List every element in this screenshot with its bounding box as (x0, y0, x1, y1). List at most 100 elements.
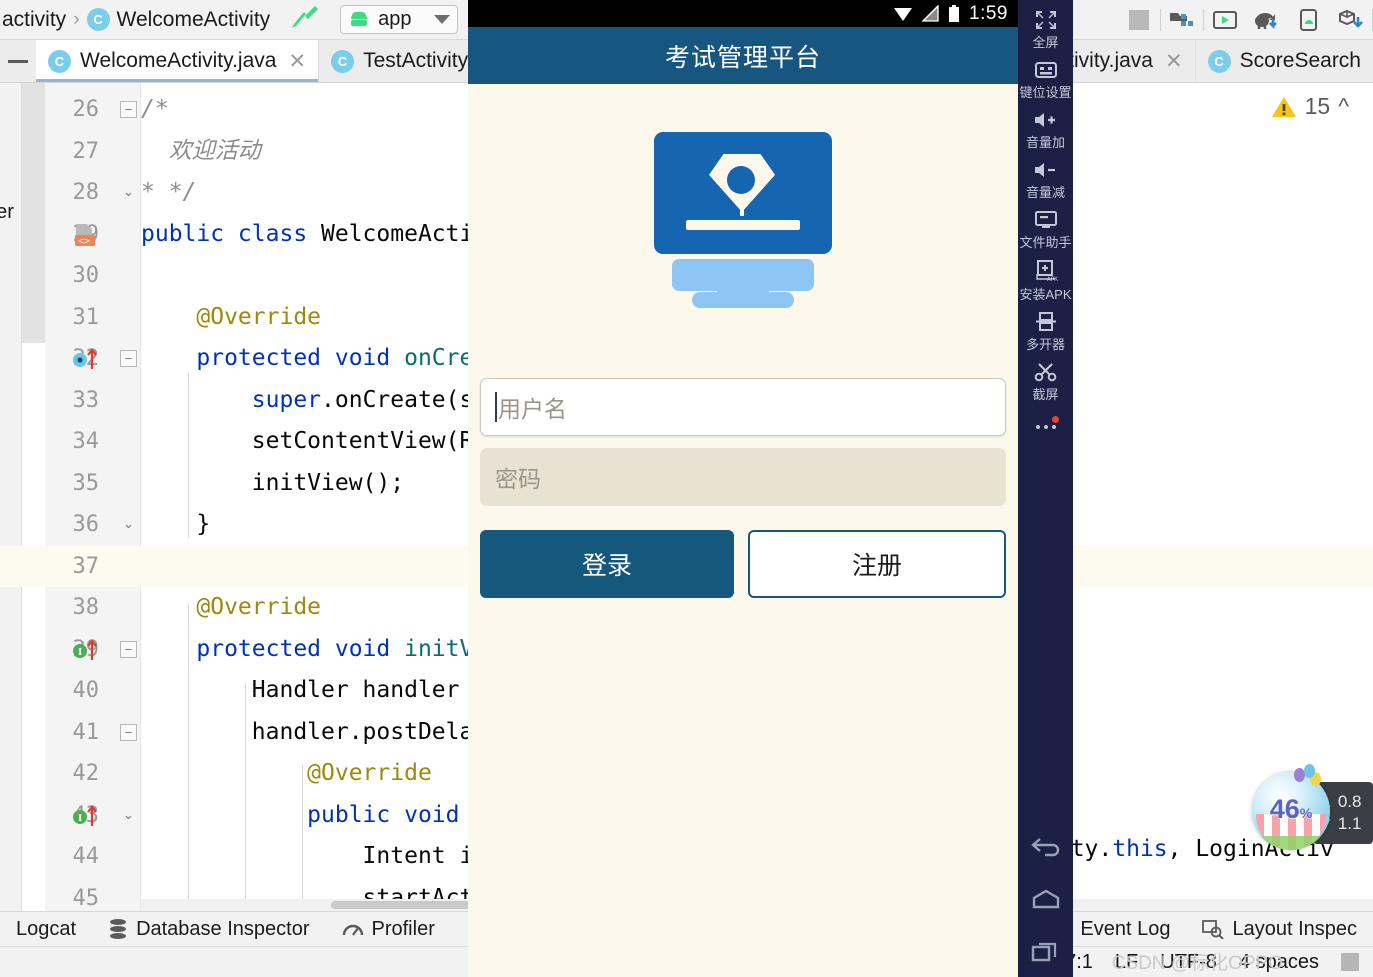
code-fold-toggle[interactable]: − (120, 723, 137, 741)
android-icon (351, 11, 368, 26)
device-manager-icon[interactable] (1288, 0, 1330, 40)
line-number: 45 (72, 885, 100, 911)
breadcrumb[interactable]: activity › C WelcomeActivity (0, 8, 270, 32)
tool-window-database-inspector[interactable]: Database Inspector (92, 912, 325, 946)
code-fold-toggle[interactable]: − (120, 350, 137, 367)
download-icon[interactable] (1330, 0, 1372, 40)
line-number: 34 (72, 429, 100, 454)
hammer-icon[interactable] (288, 2, 322, 37)
sidebar-item-install-apk[interactable]: APK 安装APK (1018, 254, 1073, 306)
signal-icon (922, 5, 939, 22)
line-number: 41 (72, 719, 100, 745)
layout-resource-icon[interactable]: <> (72, 223, 98, 252)
sidebar-item-keymap[interactable]: 键位设置 (1018, 54, 1073, 104)
sdk-manager-icon[interactable] (1161, 0, 1203, 40)
collapse-all-button[interactable] (0, 40, 36, 82)
tool-window-label: Layout Inspec (1232, 917, 1357, 940)
tool-window-logcat[interactable]: Logcat (0, 912, 92, 946)
editor-tab-testactivity[interactable]: C TestActivity (319, 40, 482, 82)
editor-tab-label: WelcomeActivity.java (80, 49, 277, 72)
warning-count: 15 (1304, 93, 1331, 119)
percent-value: 46% (1252, 794, 1330, 825)
breadcrumb-parent[interactable]: activity (2, 8, 66, 32)
sidebar-label: 截屏 (1032, 387, 1059, 402)
line-number: 44 (72, 844, 100, 869)
keymap-icon (1034, 62, 1057, 78)
percent-number: 46 (1269, 794, 1300, 824)
sidebar-item-multi-instance[interactable]: 多开器 (1018, 306, 1073, 356)
stop-icon[interactable] (1118, 0, 1160, 40)
warning-triangle-icon (1271, 96, 1296, 117)
chevron-up-icon[interactable]: ^ (1338, 93, 1349, 120)
tool-window-label: Profiler (371, 917, 435, 940)
chevron-down-icon[interactable] (434, 15, 451, 24)
home-icon[interactable] (1031, 889, 1061, 909)
app-title-bar: 考试管理平台 (468, 27, 1018, 84)
code-fold-toggle[interactable]: − (120, 101, 137, 118)
indent-guide (302, 765, 303, 911)
register-button[interactable]: 注册 (748, 530, 1006, 598)
sidebar-item-volume-down[interactable]: 音量减 (1018, 154, 1073, 204)
emulator-nav-bar (1018, 837, 1073, 963)
indent-guide (188, 373, 189, 538)
fullscreen-icon (1035, 11, 1056, 29)
monitor-baseline (686, 220, 800, 230)
implements-method-icon[interactable]: I (72, 804, 102, 833)
login-button[interactable]: 登录 (480, 530, 734, 598)
implements-method-icon[interactable]: I (72, 638, 102, 667)
close-icon[interactable]: ✕ (285, 49, 306, 74)
editor-tab-scoresearch[interactable]: C ScoreSearch (1196, 40, 1373, 82)
indent-setting[interactable]: 4 spaces (1239, 951, 1319, 974)
close-icon[interactable]: ✕ (1162, 49, 1183, 74)
file-encoding[interactable]: UTF-8 (1160, 951, 1217, 974)
line-number: 38 (72, 595, 100, 620)
sidebar-label: 安装APK (1019, 287, 1072, 302)
editor-tab-welcomeactivity[interactable]: C WelcomeActivity.java ✕ (36, 40, 320, 82)
monitor-base (692, 292, 794, 308)
sidebar-label: 全屏 (1032, 35, 1059, 50)
recents-icon[interactable] (1031, 939, 1061, 963)
code-fold-toggle[interactable]: ⌄ (120, 807, 137, 824)
ide-right-toolbar (1118, 0, 1373, 40)
sidebar-label: 音量加 (1025, 135, 1065, 150)
sidebar-item-volume-up[interactable]: 音量加 (1018, 104, 1073, 154)
download-speed: 1.1 (1337, 814, 1362, 833)
code-fold-toggle[interactable]: ⌄ (120, 184, 137, 201)
install-apk-icon: APK (1035, 260, 1058, 282)
line-separator[interactable]: LF (1115, 951, 1138, 974)
volume-up-icon (1034, 113, 1055, 127)
sidebar-item-screenshot[interactable]: 截屏 (1018, 356, 1073, 406)
lock-icon[interactable] (1341, 953, 1359, 971)
sidebar-item-file-assistant[interactable]: 文件助手 (1018, 204, 1073, 254)
pen-nib-slit (740, 194, 744, 216)
back-icon[interactable] (1030, 837, 1061, 859)
sidebar-item-fullscreen[interactable]: 全屏 (1018, 4, 1073, 54)
override-method-icon[interactable] (72, 347, 102, 376)
exam-platform-logo-icon (654, 132, 832, 308)
breadcrumb-separator-icon: › (73, 8, 80, 30)
editor-tab-label: ScoreSearch (1239, 49, 1361, 72)
sidebar-label: 音量减 (1025, 185, 1065, 200)
line-number: 28 (72, 180, 100, 205)
username-input[interactable]: 用户名 (480, 378, 1006, 436)
emulator-screen[interactable]: 1:59 考试管理平台 用户名 密码 登录 注册 (468, 0, 1018, 977)
sidebar-more-button[interactable] (1018, 414, 1073, 440)
code-fold-toggle[interactable]: − (120, 640, 137, 658)
line-number: 33 (72, 387, 100, 413)
android-status-bar: 1:59 (468, 0, 1018, 27)
svg-text:<>: <> (78, 236, 90, 247)
code-fold-toggle[interactable]: ⌄ (120, 516, 137, 533)
avd-manager-icon[interactable] (1204, 0, 1246, 40)
gradle-sync-icon[interactable] (1246, 0, 1288, 40)
clock: 1:59 (969, 2, 1008, 24)
inspection-status[interactable]: 15 ^ (1271, 93, 1349, 120)
run-configuration-selector[interactable]: app (340, 5, 459, 34)
java-class-icon: C (48, 49, 71, 73)
tool-window-layout-inspector[interactable]: Layout Inspec (1186, 912, 1373, 946)
tool-window-profiler[interactable]: Profiler (326, 912, 451, 946)
line-number: 42 (72, 761, 100, 786)
run-config-label: app (378, 8, 412, 30)
password-input[interactable]: 密码 (480, 448, 1006, 506)
breadcrumb-current[interactable]: WelcomeActivity (117, 8, 271, 32)
volume-down-icon (1034, 163, 1055, 177)
